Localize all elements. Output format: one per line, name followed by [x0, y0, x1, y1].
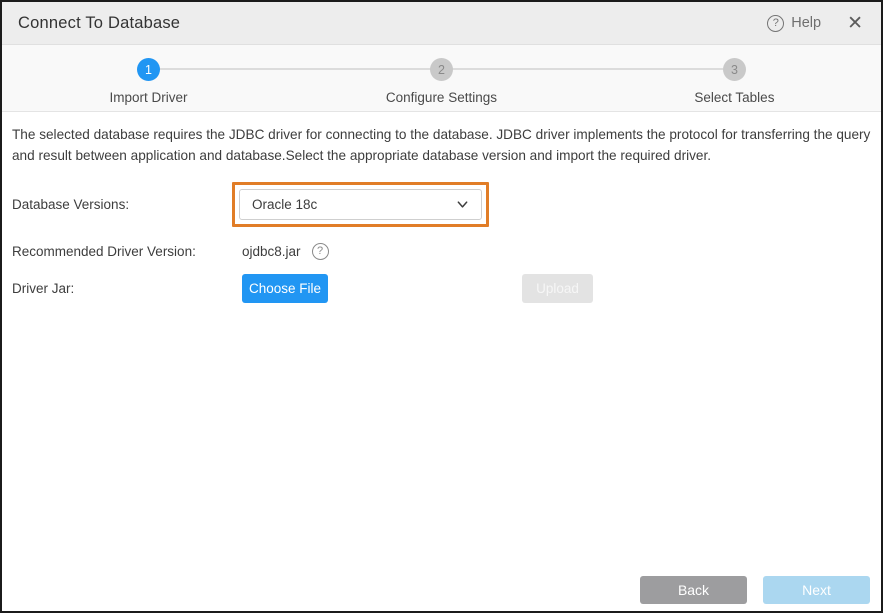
back-button[interactable]: Back	[640, 576, 747, 604]
connect-to-database-dialog: Connect To Database ? Help ✕ 1 Import Dr…	[0, 0, 883, 613]
next-button[interactable]: Next	[763, 576, 870, 604]
database-version-select[interactable]: Oracle 18c	[239, 189, 482, 220]
chevron-down-icon	[456, 198, 469, 211]
database-versions-label: Database Versions:	[12, 197, 232, 212]
step-1-label: Import Driver	[109, 90, 187, 105]
step-select-tables[interactable]: 3 Select Tables	[588, 58, 881, 111]
dialog-footer: Back Next	[640, 576, 870, 604]
step-configure-settings[interactable]: 2 Configure Settings	[295, 58, 588, 111]
step-1-circle: 1	[137, 58, 160, 81]
help-label[interactable]: Help	[791, 15, 821, 31]
step-3-label: Select Tables	[694, 90, 774, 105]
recommended-driver-label: Recommended Driver Version:	[12, 244, 232, 259]
recommended-driver-row: Recommended Driver Version: ojdbc8.jar ?	[12, 243, 871, 260]
step-import-driver[interactable]: 1 Import Driver	[2, 58, 295, 111]
database-version-selected-value: Oracle 18c	[252, 197, 456, 212]
step-2-label: Configure Settings	[386, 90, 497, 105]
dialog-title: Connect To Database	[18, 14, 180, 33]
close-icon[interactable]: ✕	[847, 14, 863, 33]
step-2-circle: 2	[430, 58, 453, 81]
recommended-driver-value: ojdbc8.jar	[242, 244, 301, 259]
driver-jar-label: Driver Jar:	[12, 281, 232, 296]
upload-button[interactable]: Upload	[522, 274, 593, 303]
help-button[interactable]: ? Help	[767, 15, 821, 32]
dialog-titlebar: Connect To Database ? Help ✕	[2, 2, 881, 45]
driver-jar-row: Driver Jar: Choose File Upload	[12, 274, 871, 303]
annotation-highlight-box: Oracle 18c	[232, 182, 489, 227]
step-3-circle: 3	[723, 58, 746, 81]
choose-file-button[interactable]: Choose File	[242, 274, 328, 303]
help-circle-icon[interactable]: ?	[767, 15, 784, 32]
wizard-stepper: 1 Import Driver 2 Configure Settings 3 S…	[2, 45, 881, 112]
database-versions-row: Database Versions: Oracle 18c	[12, 182, 871, 227]
dialog-content: The selected database requires the JDBC …	[2, 112, 881, 303]
jdbc-driver-description: The selected database requires the JDBC …	[12, 124, 871, 166]
driver-help-icon[interactable]: ?	[312, 243, 329, 260]
